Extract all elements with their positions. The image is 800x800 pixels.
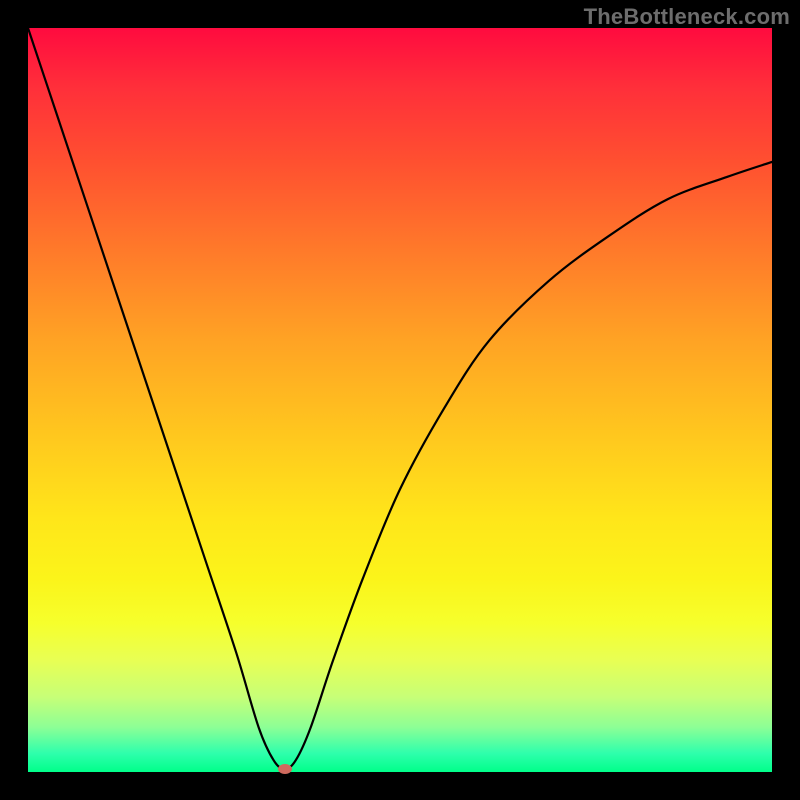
optimal-point-marker: [278, 764, 292, 774]
bottleneck-curve: [28, 28, 772, 772]
chart-plot-area: [28, 28, 772, 772]
watermark-text: TheBottleneck.com: [584, 4, 790, 30]
bottleneck-curve-path: [28, 28, 772, 769]
chart-frame: TheBottleneck.com: [0, 0, 800, 800]
